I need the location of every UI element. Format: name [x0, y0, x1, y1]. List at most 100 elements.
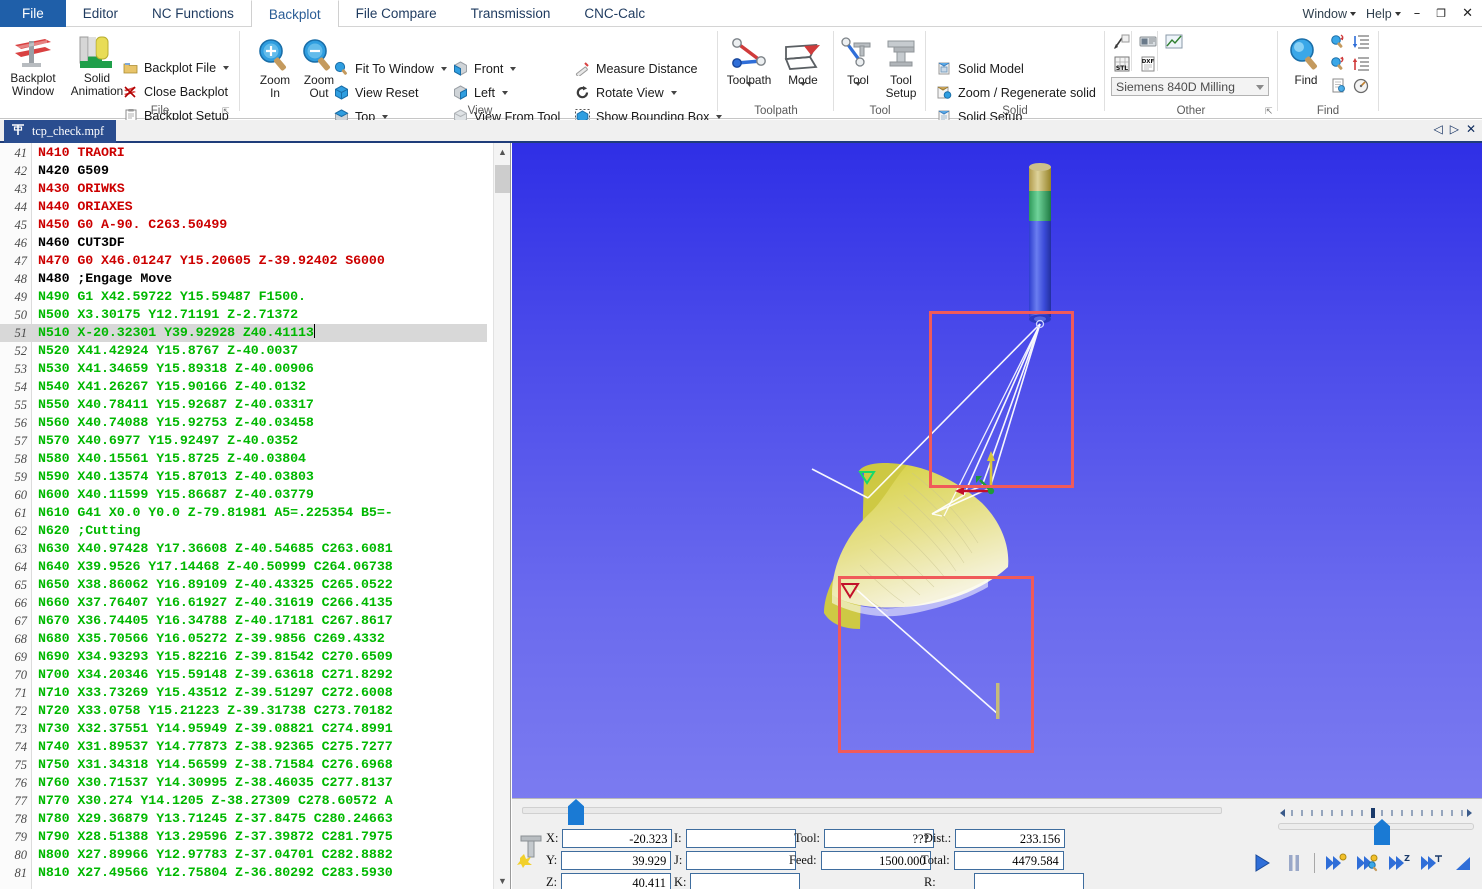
mode-button[interactable]: Mode — [774, 33, 832, 104]
window-menu[interactable]: Window — [1303, 7, 1356, 21]
code-line[interactable]: 49 N490 G1 X42.59722 Y15.59487 F1500. — [0, 288, 487, 306]
code-line[interactable]: 62 N620 ;Cutting — [0, 522, 487, 540]
field-z-value[interactable]: 40.411 — [561, 873, 672, 889]
step-to-next-tool-change-button[interactable] — [1320, 849, 1350, 877]
code-line[interactable]: 60 N600 X40.11599 Y15.86687 Z-40.03779 — [0, 486, 487, 504]
chevron-down-icon[interactable] — [670, 90, 677, 95]
code-line[interactable]: 41 N410 TRAORI — [0, 144, 487, 162]
backplot-file-button[interactable]: Backplot File — [122, 59, 230, 76]
code-line[interactable]: 77 N770 X30.274 Y14.1205 Z-38.27309 C278.… — [0, 792, 487, 810]
restore-button[interactable]: ❐ — [1433, 7, 1449, 20]
tab-scroll-right-icon[interactable]: ▷ — [1450, 122, 1459, 136]
code-line[interactable]: 70 N700 X34.20346 Y15.59148 Z-39.63618 C2… — [0, 666, 487, 684]
find-button[interactable]: Find — [1282, 33, 1330, 87]
tab-close-icon[interactable]: ✕ — [1466, 122, 1476, 136]
code-line[interactable]: 71 N710 X33.73269 Y15.43512 Z-39.51297 C2… — [0, 684, 487, 702]
close-backplot-button[interactable]: Close Backplot — [122, 83, 228, 100]
goto-line-up-button[interactable] — [1350, 53, 1372, 75]
tab-transmission[interactable]: Transmission — [454, 0, 568, 27]
chevron-down-icon[interactable] — [800, 82, 806, 103]
code-line[interactable]: 44 N440 ORIAXES — [0, 198, 487, 216]
tab-backplot[interactable]: Backplot — [250, 0, 339, 27]
step-to-next-z-button[interactable]: Z — [1384, 849, 1414, 877]
chevron-down-icon[interactable] — [1256, 85, 1264, 90]
left-view-button[interactable]: Left — [452, 84, 509, 101]
find-in-file-button[interactable] — [1328, 75, 1350, 97]
field-k-value[interactable] — [690, 873, 801, 889]
code-line[interactable]: 50 N500 X3.30175 Y12.71191 Z-2.71372 — [0, 306, 487, 324]
code-line[interactable]: 75 N750 X31.34318 Y14.56599 Z-38.71584 C2… — [0, 756, 487, 774]
code-line[interactable]: 67 N670 X36.74405 Y16.34788 Z-40.17181 C2… — [0, 612, 487, 630]
tab-scroll-left-icon[interactable]: ◁ — [1433, 122, 1442, 136]
code-line[interactable]: 54 N540 X41.26267 Y15.90166 Z-40.0132 — [0, 378, 487, 396]
code-line[interactable]: 68 N680 X35.70566 Y16.05272 Z-39.9856 C26… — [0, 630, 487, 648]
field-j-value[interactable] — [686, 851, 797, 870]
field-r-value[interactable] — [974, 873, 1084, 889]
field-total-value[interactable]: 4479.584 — [953, 851, 1064, 870]
tab-nc-functions[interactable]: NC Functions — [135, 0, 251, 27]
code-line[interactable]: 63 N630 X40.97428 Y17.36608 Z-40.54685 C2… — [0, 540, 487, 558]
tool-compensation-button[interactable] — [1350, 75, 1372, 97]
code-line[interactable]: 56 N560 X40.74088 Y15.92753 Z-40.03458 — [0, 414, 487, 432]
import-geometry-button[interactable] — [1111, 31, 1133, 53]
toolpath-button[interactable]: Toolpath — [720, 33, 778, 104]
code-line[interactable]: 74 N740 X31.89537 Y14.77873 Z-38.92365 C2… — [0, 738, 487, 756]
code-line[interactable]: 51 N510 X-20.32301 Y39.92928 Z40.41113 — [0, 324, 487, 342]
code-line[interactable]: 48 N480 ;Engage Move — [0, 270, 487, 288]
chevron-down-icon[interactable] — [382, 114, 389, 119]
field-i-value[interactable] — [685, 829, 796, 848]
code-line[interactable]: 73 N730 X32.37551 Y14.95949 Z-39.08821 C2… — [0, 720, 487, 738]
rotate-view-button[interactable]: Rotate View — [574, 84, 677, 101]
code-line[interactable]: 58 N580 X40.15561 Y15.8725 Z-40.03804 — [0, 450, 487, 468]
code-line[interactable]: 43 N430 ORIWKS — [0, 180, 487, 198]
field-y-value[interactable]: 39.929 — [561, 851, 672, 870]
scroll-down-arrow-icon[interactable]: ▼ — [494, 872, 510, 889]
pause-button[interactable] — [1279, 849, 1309, 877]
code-line[interactable]: 78 N780 X29.36879 Y13.71245 Z-37.8475 C28… — [0, 810, 487, 828]
chevron-down-icon[interactable] — [440, 66, 447, 71]
step-to-search-target-button[interactable] — [1352, 849, 1382, 877]
zoom-regenerate-solid-button[interactable]: Zoom / Regenerate solid — [936, 84, 1096, 101]
goto-line-down-button[interactable] — [1350, 31, 1372, 53]
code-lines[interactable]: 41 N410 TRAORI 42 N420 G509 43 N430 ORIWKS 44 N… — [0, 144, 487, 882]
code-line[interactable]: 72 N720 X33.0758 Y15.21223 Z-39.31738 C27… — [0, 702, 487, 720]
machine-select[interactable]: Siemens 840D Milling — [1111, 77, 1269, 96]
code-line[interactable]: 45 N450 G0 A-90. C263.50499 — [0, 216, 487, 234]
chevron-down-icon[interactable] — [510, 66, 517, 71]
chevron-down-icon[interactable] — [223, 65, 230, 70]
code-line[interactable]: 76 N760 X30.71537 Y14.30995 Z-38.46035 C2… — [0, 774, 487, 792]
code-line[interactable]: 52 N520 X41.42924 Y15.8767 Z-40.0037 — [0, 342, 487, 360]
step-to-next-tool-button[interactable] — [1416, 849, 1446, 877]
machine-simulation-button[interactable] — [1137, 31, 1159, 53]
code-line[interactable]: 59 N590 X40.13574 Y15.87013 Z-40.03803 — [0, 468, 487, 486]
playback-tick-scale[interactable] — [1278, 806, 1474, 820]
solid-animation-button[interactable]: Solid Animation — [64, 31, 130, 98]
help-menu[interactable]: Help — [1366, 7, 1401, 21]
chevron-down-icon[interactable] — [502, 90, 509, 95]
close-button[interactable]: ✕ — [1459, 6, 1476, 21]
fit-to-window-button[interactable]: Fit To Window — [333, 60, 447, 77]
code-line[interactable]: 57 N570 X40.6977 Y15.92497 Z-40.0352 — [0, 432, 487, 450]
field-dist-value[interactable]: 233.156 — [955, 829, 1066, 848]
scrollbar-thumb[interactable] — [495, 165, 510, 193]
chevron-down-icon[interactable] — [746, 82, 752, 103]
measure-distance-button[interactable]: Measure Distance — [574, 60, 698, 77]
code-line[interactable]: 55 N550 X40.78411 Y15.92687 Z-40.03317 — [0, 396, 487, 414]
editor-vertical-scrollbar[interactable]: ▲ ▼ — [493, 143, 510, 889]
view-reset-button[interactable]: View Reset — [333, 84, 418, 101]
code-editor[interactable]: 41 N410 TRAORI 42 N420 G509 43 N430 ORIWKS 44 N… — [0, 143, 511, 889]
file-dialog-launcher[interactable]: ⇱ — [222, 107, 231, 116]
progress-marker[interactable] — [568, 799, 584, 825]
document-tab[interactable]: tcp_check.mpf — [4, 120, 117, 143]
tab-file[interactable]: File — [0, 0, 66, 27]
code-line[interactable]: 61 N610 G41 X0.0 Y0.0 Z-79.81981 A5=.2253… — [0, 504, 487, 522]
find-previous-button[interactable] — [1328, 53, 1350, 75]
code-line[interactable]: 46 N460 CUT3DF — [0, 234, 487, 252]
code-line[interactable]: 53 N530 X41.34659 Y15.89318 Z-40.00906 — [0, 360, 487, 378]
code-line[interactable]: 69 N690 X34.93293 Y15.82216 Z-39.81542 C2… — [0, 648, 487, 666]
other-dialog-launcher[interactable]: ⇱ — [1265, 107, 1274, 116]
field-tool-value[interactable]: ??? — [823, 829, 934, 848]
code-line[interactable]: 64 N640 X39.9526 Y17.14468 Z-40.50999 C26… — [0, 558, 487, 576]
play-button[interactable] — [1247, 849, 1277, 877]
front-view-button[interactable]: Front — [452, 60, 517, 77]
